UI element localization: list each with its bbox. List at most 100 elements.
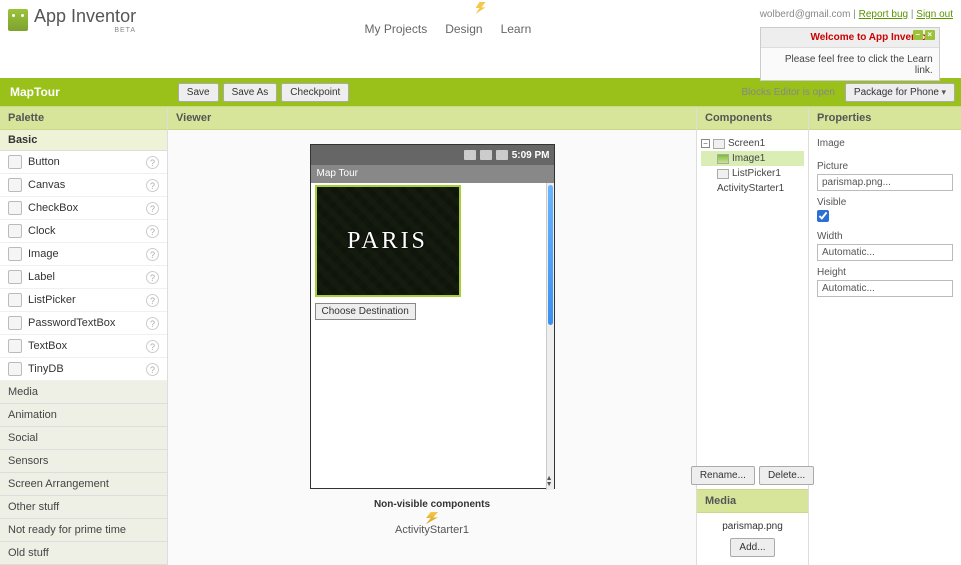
tree-collapse-icon[interactable]: −: [701, 139, 710, 148]
phone-preview: 5:09 PM Map Tour PARIS Choose Destinatio…: [310, 144, 555, 489]
palette-panel: Palette Basic Button?Canvas?CheckBox?Clo…: [0, 107, 168, 565]
phone-scrollbar[interactable]: ▲▼: [546, 183, 554, 490]
signal-icon: [480, 150, 492, 160]
properties-header: Properties: [809, 107, 961, 130]
component-icon: [8, 224, 22, 238]
action-bar: MapTour Save Save As Checkpoint Blocks E…: [0, 78, 961, 106]
viewer-panel: Viewer 5:09 PM Map Tour PARIS Choose Des…: [168, 107, 697, 565]
component-icon: [8, 201, 22, 215]
main-area: Palette Basic Button?Canvas?CheckBox?Clo…: [0, 106, 961, 565]
visible-checkbox[interactable]: [817, 210, 829, 222]
palette-drawer-sensors[interactable]: Sensors: [0, 450, 167, 473]
help-icon[interactable]: ?: [146, 271, 159, 284]
battery-icon: [496, 150, 508, 160]
help-icon[interactable]: ?: [146, 317, 159, 330]
app-sub: BETA: [34, 27, 136, 34]
tree-listpicker1[interactable]: ListPicker1: [701, 166, 804, 181]
component-icon: [8, 316, 22, 330]
report-bug-link[interactable]: Report bug: [859, 9, 908, 20]
choose-destination-button[interactable]: Choose Destination: [315, 303, 416, 320]
top-nav: My Projects Design Learn: [365, 6, 532, 36]
picture-input[interactable]: parismap.png...: [817, 174, 953, 191]
status-time: 5:09 PM: [512, 150, 550, 161]
help-icon[interactable]: ?: [146, 340, 159, 353]
paris-image[interactable]: PARIS: [315, 185, 461, 297]
delete-button[interactable]: Delete...: [759, 466, 814, 485]
palette-drawer-animation[interactable]: Animation: [0, 404, 167, 427]
palette-header: Palette: [0, 107, 167, 130]
nav-learn[interactable]: Learn: [501, 22, 532, 36]
palette-drawer-old-stuff[interactable]: Old stuff: [0, 542, 167, 565]
palette-item-passwordtextbox[interactable]: PasswordTextBox?: [0, 312, 167, 335]
palette-item-image[interactable]: Image?: [0, 243, 167, 266]
palette-drawer-other-stuff[interactable]: Other stuff: [0, 496, 167, 519]
components-panel: Components − Screen1 Image1 ListPicker1 …: [697, 107, 809, 565]
palette-item-canvas[interactable]: Canvas?: [0, 174, 167, 197]
welcome-close-icon[interactable]: ×: [925, 30, 935, 40]
help-icon[interactable]: ?: [146, 179, 159, 192]
component-icon: [8, 247, 22, 261]
nav-design[interactable]: Design: [445, 22, 482, 36]
sign-out-link[interactable]: Sign out: [916, 9, 953, 20]
tree-activitystarter1[interactable]: ActivityStarter1: [701, 181, 804, 196]
tree-image1[interactable]: Image1: [701, 151, 804, 166]
palette-drawer-not-ready-for-prime-time[interactable]: Not ready for prime time: [0, 519, 167, 542]
top-header: App Inventor BETA My Projects Design Lea…: [0, 0, 961, 78]
component-icon: [8, 155, 22, 169]
project-title: MapTour: [6, 85, 60, 99]
user-email: wolberd@gmail.com: [760, 9, 851, 20]
welcome-body: Please feel free to click the Learn link…: [761, 48, 939, 80]
width-input[interactable]: Automatic...: [817, 244, 953, 261]
media-file[interactable]: parismap.png: [705, 521, 800, 532]
palette-basic-header[interactable]: Basic: [0, 130, 167, 151]
palette-item-button[interactable]: Button?: [0, 151, 167, 174]
nav-my-projects[interactable]: My Projects: [365, 22, 428, 36]
palette-item-clock[interactable]: Clock?: [0, 220, 167, 243]
top-right: wolberd@gmail.com | Report bug | Sign ou…: [760, 6, 953, 81]
nonvisible-activitystarter[interactable]: ActivityStarter1: [395, 510, 469, 536]
scrollbar-thumb[interactable]: [548, 185, 553, 325]
android-logo-icon: [8, 9, 28, 31]
blocks-editor-status: Blocks Editor is open: [736, 87, 841, 98]
width-label: Width: [817, 231, 953, 242]
palette-item-tinydb[interactable]: TinyDB?: [0, 358, 167, 381]
phone-app-title: Map Tour: [311, 165, 554, 183]
welcome-box: Welcome to App Inventor. –× Please feel …: [760, 27, 940, 81]
help-icon[interactable]: ?: [146, 156, 159, 169]
height-input[interactable]: Automatic...: [817, 280, 953, 297]
properties-panel: Properties Image Picture parismap.png...…: [809, 107, 961, 565]
help-icon[interactable]: ?: [146, 248, 159, 261]
palette-item-checkbox[interactable]: CheckBox?: [0, 197, 167, 220]
image-icon: [717, 154, 729, 164]
component-icon: [8, 178, 22, 192]
save-button[interactable]: Save: [178, 83, 219, 102]
nonvisible-header: Non-visible components: [374, 489, 490, 510]
logo-block: App Inventor BETA: [8, 6, 136, 34]
listpicker-icon: [717, 169, 729, 179]
picture-label: Picture: [817, 161, 953, 172]
help-icon[interactable]: ?: [146, 202, 159, 215]
app-name: App Inventor: [34, 6, 136, 26]
status-icon: [464, 150, 476, 160]
help-icon[interactable]: ?: [146, 225, 159, 238]
palette-item-textbox[interactable]: TextBox?: [0, 335, 167, 358]
component-tree: − Screen1 Image1 ListPicker1 ActivitySta…: [697, 130, 808, 462]
checkpoint-button[interactable]: Checkpoint: [281, 83, 349, 102]
add-media-button[interactable]: Add...: [730, 538, 774, 557]
palette-drawer-social[interactable]: Social: [0, 427, 167, 450]
help-icon[interactable]: ?: [146, 363, 159, 376]
rename-button[interactable]: Rename...: [691, 466, 755, 485]
resize-arrows-icon: ▲▼: [546, 476, 553, 488]
media-header: Media: [697, 489, 808, 513]
tree-screen1[interactable]: − Screen1: [701, 136, 804, 151]
palette-item-label[interactable]: Label?: [0, 266, 167, 289]
save-as-button[interactable]: Save As: [223, 83, 278, 102]
visible-label: Visible: [817, 197, 953, 208]
package-phone-button[interactable]: Package for Phone: [845, 83, 955, 102]
palette-drawer-screen-arrangement[interactable]: Screen Arrangement: [0, 473, 167, 496]
help-icon[interactable]: ?: [146, 294, 159, 307]
palette-item-listpicker[interactable]: ListPicker?: [0, 289, 167, 312]
palette-drawer-media[interactable]: Media: [0, 381, 167, 404]
welcome-minimize-icon[interactable]: –: [913, 30, 923, 40]
component-icon: [8, 339, 22, 353]
